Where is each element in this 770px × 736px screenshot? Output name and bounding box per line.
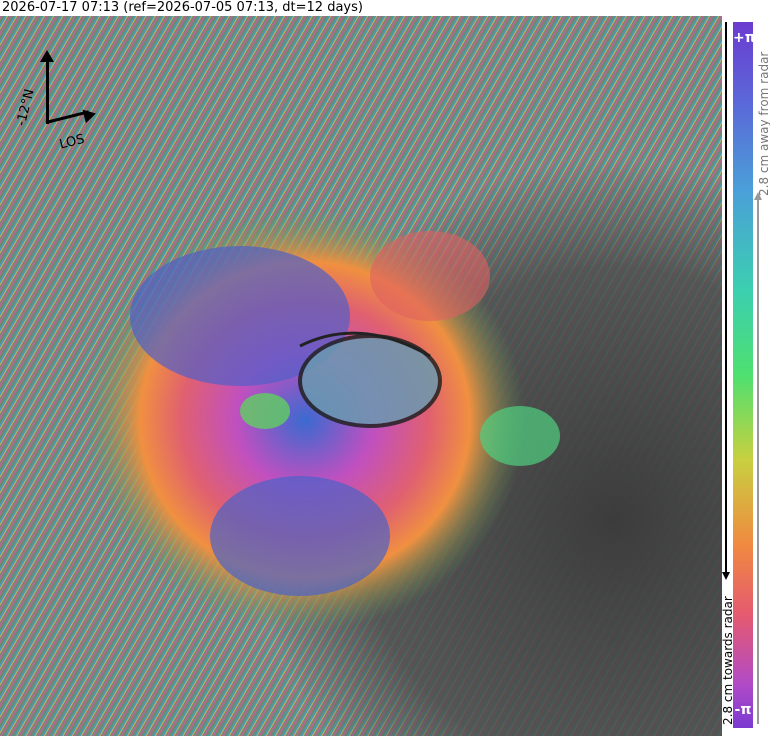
- colorbar-away-label: 2.8 cm away from radar: [757, 51, 770, 196]
- north-label: -12°N: [14, 87, 38, 128]
- towards-arrow-head: [722, 572, 730, 580]
- image-title: 2026-07-17 07:13 (ref=2026-07-05 07:13, …: [2, 0, 363, 15]
- phase-colorbar: +π -π: [733, 22, 756, 728]
- colorbar-min-label: -π: [734, 702, 752, 718]
- colorbar-max-label: +π: [733, 30, 756, 46]
- interferogram-image: -12°N LOS: [0, 16, 722, 736]
- away-arrow: [757, 196, 759, 724]
- towards-arrow: [725, 22, 727, 574]
- compass: -12°N LOS: [14, 50, 104, 153]
- colorbar-towards-label: 2.8 cm towards radar: [721, 596, 735, 725]
- interferogram-art: [0, 16, 722, 736]
